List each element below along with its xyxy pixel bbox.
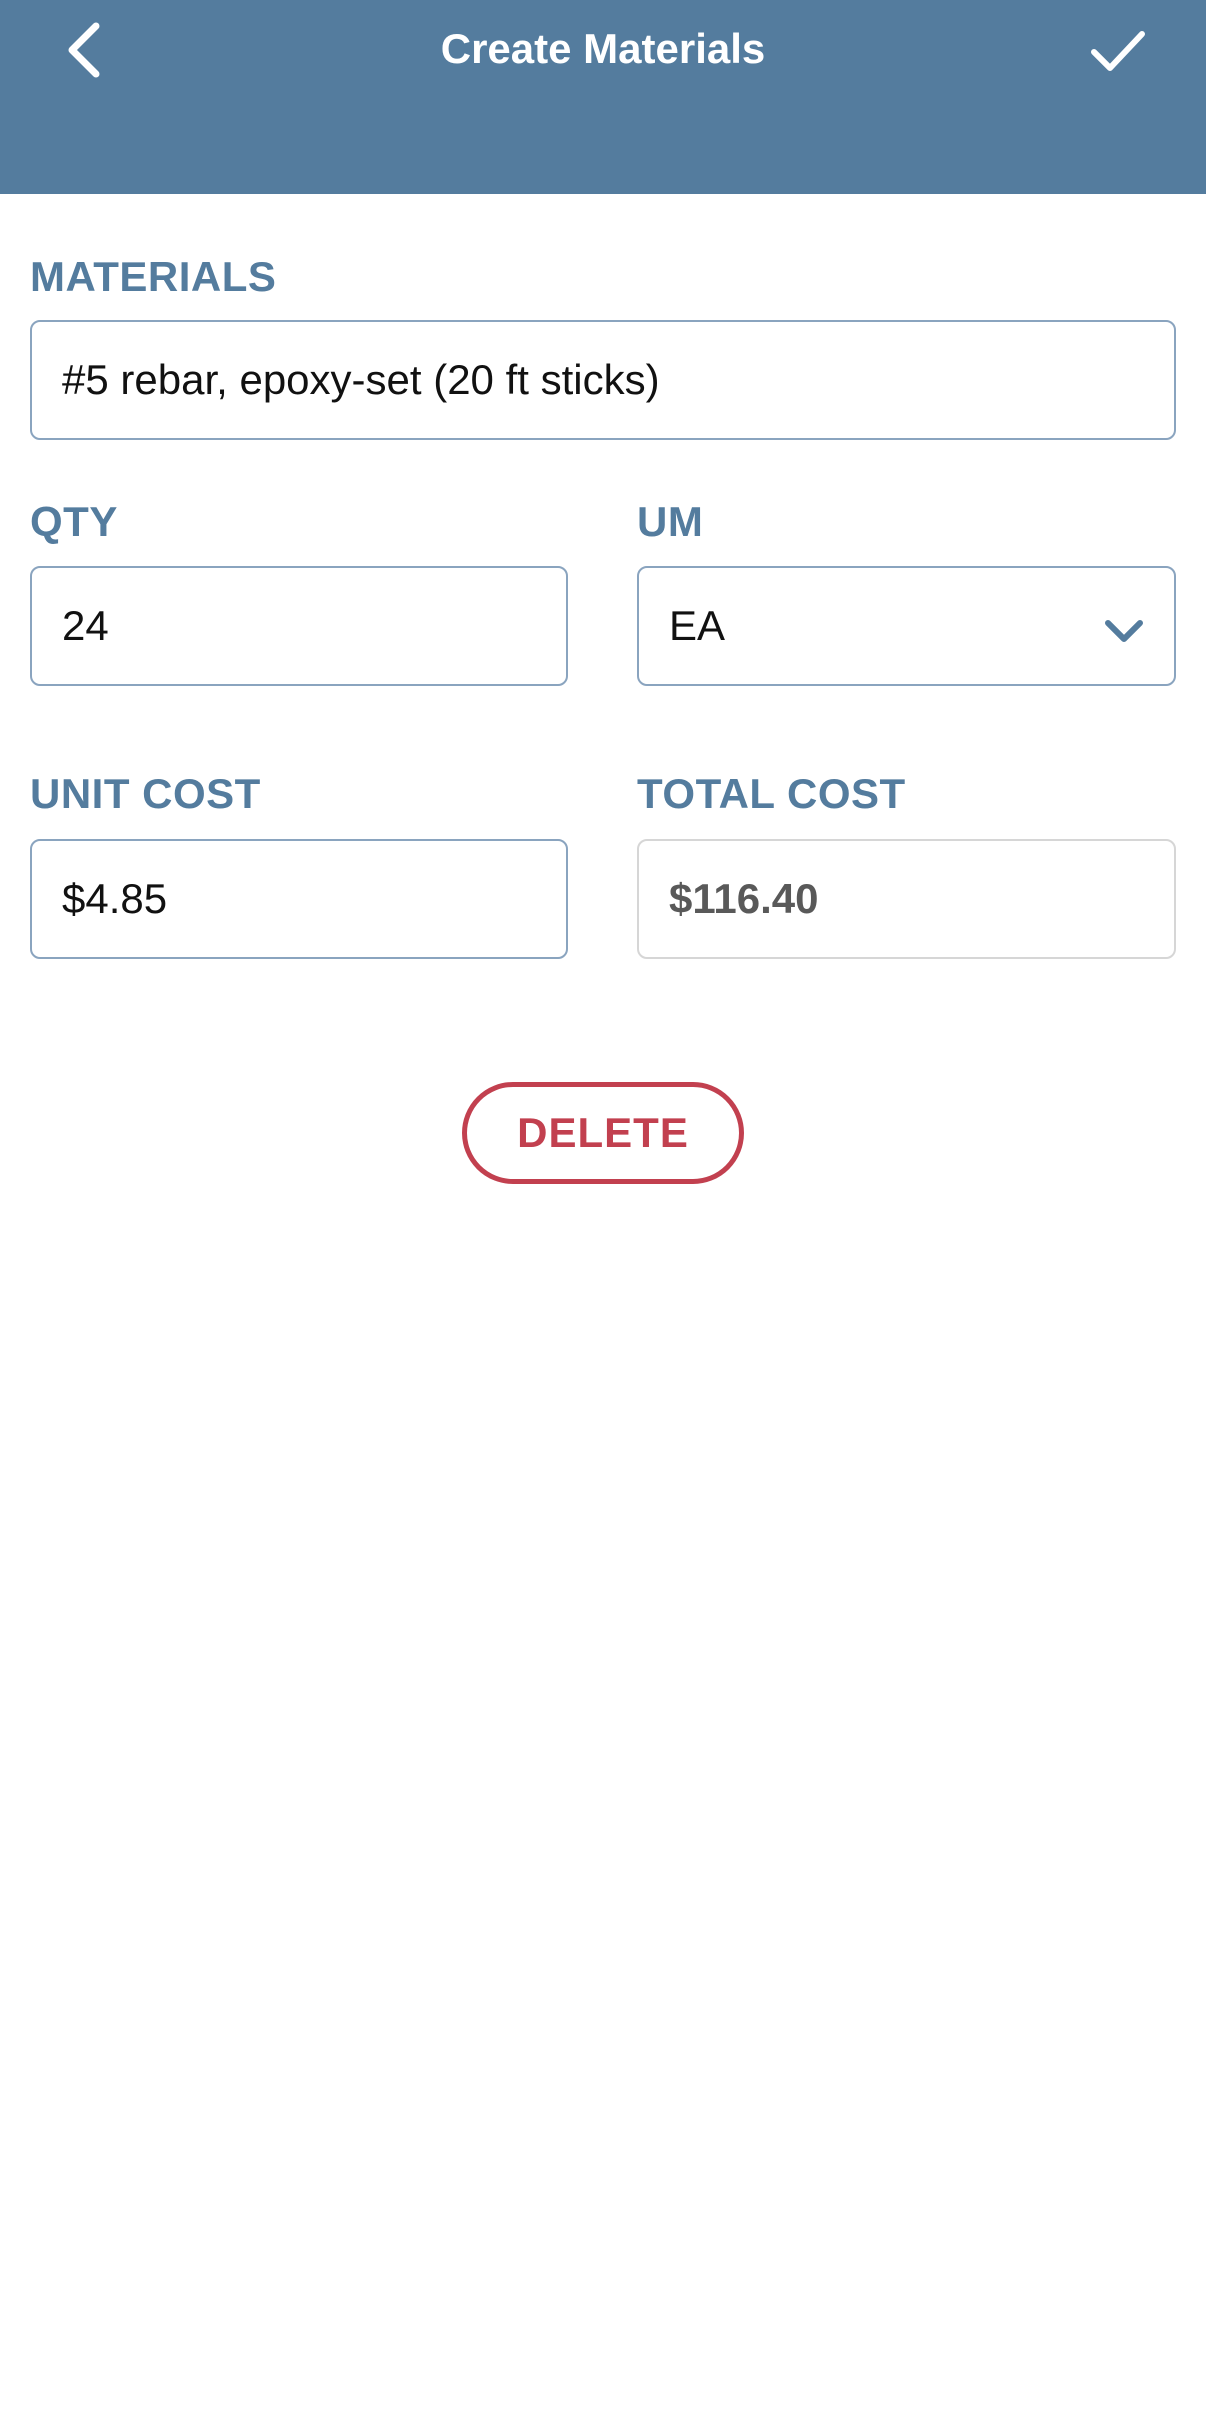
- unit-cost-label: UNIT COST: [30, 770, 261, 817]
- app-header: Create Materials: [0, 0, 1206, 194]
- checkmark-icon: [1091, 31, 1145, 71]
- qty-label: QTY: [30, 498, 118, 545]
- total-cost-value: $116.40: [669, 875, 819, 922]
- materials-label: MATERIALS: [30, 253, 277, 300]
- qty-field[interactable]: 24: [30, 566, 568, 686]
- qty-value: 24: [62, 602, 109, 649]
- chevron-down-icon: [1105, 620, 1143, 642]
- um-select[interactable]: EA: [637, 566, 1176, 686]
- delete-button[interactable]: DELETE: [462, 1082, 744, 1184]
- unit-cost-value: $4.85: [62, 875, 168, 922]
- save-button[interactable]: [1078, 14, 1158, 86]
- total-cost-field: $116.40: [637, 839, 1176, 959]
- unit-cost-field[interactable]: $4.85: [30, 839, 568, 959]
- materials-value: #5 rebar, epoxy-set (20 ft sticks): [62, 356, 660, 403]
- total-cost-label: TOTAL COST: [637, 770, 906, 817]
- um-value: EA: [669, 602, 726, 649]
- materials-field[interactable]: #5 rebar, epoxy-set (20 ft sticks): [30, 320, 1176, 440]
- um-label: UM: [637, 498, 704, 545]
- page-title: Create Materials: [440, 25, 766, 72]
